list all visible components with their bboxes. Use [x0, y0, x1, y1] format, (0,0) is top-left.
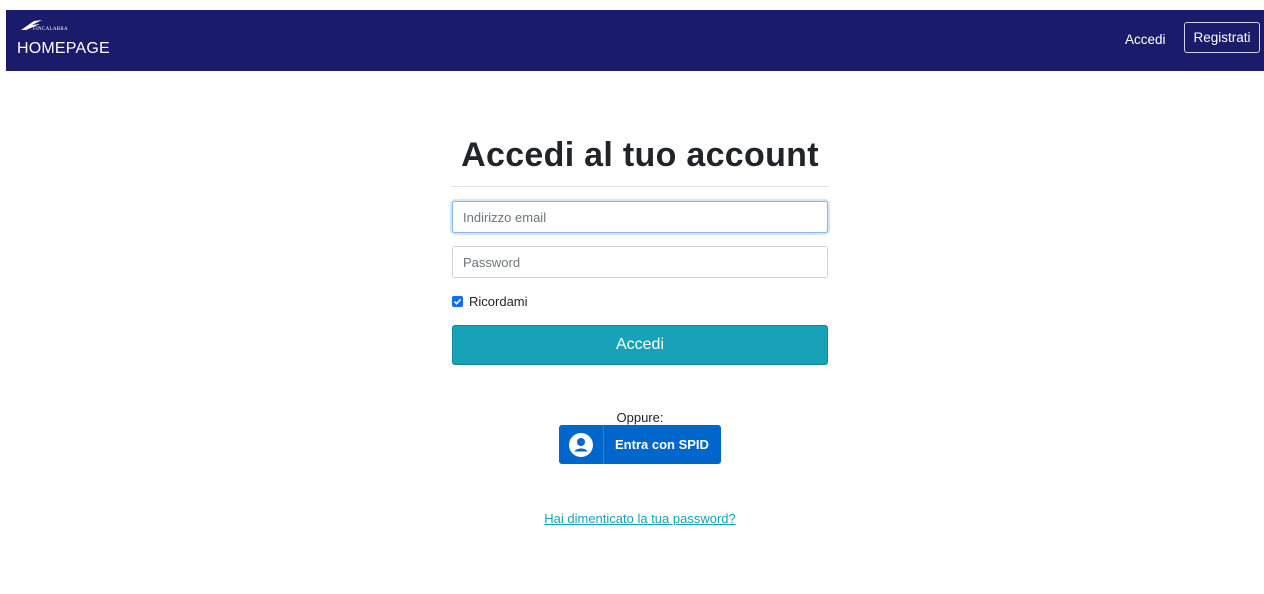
password-field[interactable]	[452, 246, 828, 278]
title-divider	[452, 186, 828, 187]
page-title: Accedi al tuo account	[461, 136, 819, 174]
login-submit-button[interactable]: Accedi	[452, 325, 828, 365]
alternative-login-label: Oppure:	[616, 410, 664, 425]
nav-login-link[interactable]: Accedi	[1125, 32, 1166, 47]
top-navbar: FINCALABRA HOMEPAGE Accedi Registrati	[6, 10, 1264, 71]
spid-login-button[interactable]: Entra con SPID	[559, 425, 721, 464]
fincalabra-logo: FINCALABRA	[20, 19, 84, 33]
brand-home-link[interactable]: FINCALABRA HOMEPAGE	[17, 18, 127, 64]
user-circle-icon	[559, 425, 604, 464]
register-button[interactable]: Registrati	[1184, 22, 1260, 53]
spid-button-label: Entra con SPID	[615, 437, 709, 452]
checkbox-checked-icon[interactable]	[452, 296, 463, 307]
brand-title: HOMEPAGE	[17, 40, 110, 57]
remember-me-checkbox[interactable]: Ricordami	[452, 294, 528, 309]
email-field[interactable]	[452, 201, 828, 233]
logo-text: FINCALABRA	[33, 27, 68, 32]
remember-me-label: Ricordami	[469, 294, 528, 309]
forgot-password-link[interactable]: Hai dimenticato la tua password?	[540, 511, 740, 526]
